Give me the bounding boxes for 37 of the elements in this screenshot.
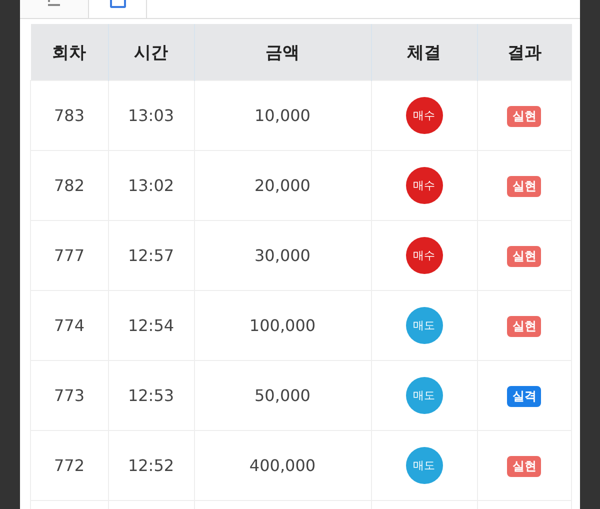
table-cell: 12:57	[108, 220, 194, 290]
result-tag: 실현	[507, 106, 542, 126]
table-cell: 777	[30, 220, 108, 290]
result-tag: 실현	[507, 176, 542, 196]
column-header: 회차	[30, 24, 108, 80]
result-tag: 실현	[507, 456, 542, 476]
table-cell: 400,000	[194, 430, 371, 500]
table-cell: 13:03	[108, 80, 194, 150]
table-cell: 20,000	[194, 150, 371, 220]
table-cell: 773	[30, 360, 108, 430]
column-header: 결과	[477, 24, 572, 80]
table-cell: 772	[30, 430, 108, 500]
table-cell: 782	[30, 150, 108, 220]
sell-badge: 매도	[406, 447, 442, 484]
table-cell: 12:52	[108, 430, 194, 500]
table-cell: 774	[30, 290, 108, 360]
tab[interactable]	[20, 0, 89, 18]
buy-badge: 매수	[406, 97, 442, 134]
table-cell: 100,000	[194, 290, 371, 360]
table-cell: 12:54	[108, 290, 194, 360]
sell-badge: 매도	[406, 307, 442, 344]
table-cell: 13:02	[108, 150, 194, 220]
table-cell: 50,000	[194, 360, 371, 430]
result-tag: 실격	[507, 386, 542, 406]
column-header: 체결	[371, 24, 477, 80]
sell-badge: 매도	[406, 377, 442, 414]
table-cell: 12:53	[108, 360, 194, 430]
buy-badge: 매수	[406, 167, 442, 204]
column-header: 금액	[194, 24, 371, 80]
table-cell: 30,000	[194, 220, 371, 290]
table-cell: 783	[30, 80, 108, 150]
result-tag: 실현	[507, 316, 542, 336]
document-icon	[110, 0, 126, 8]
result-tag: 실현	[507, 246, 542, 266]
column-header: 시간	[108, 24, 194, 80]
table-cell: 10,000	[194, 80, 371, 150]
buy-badge: 매수	[406, 237, 442, 274]
